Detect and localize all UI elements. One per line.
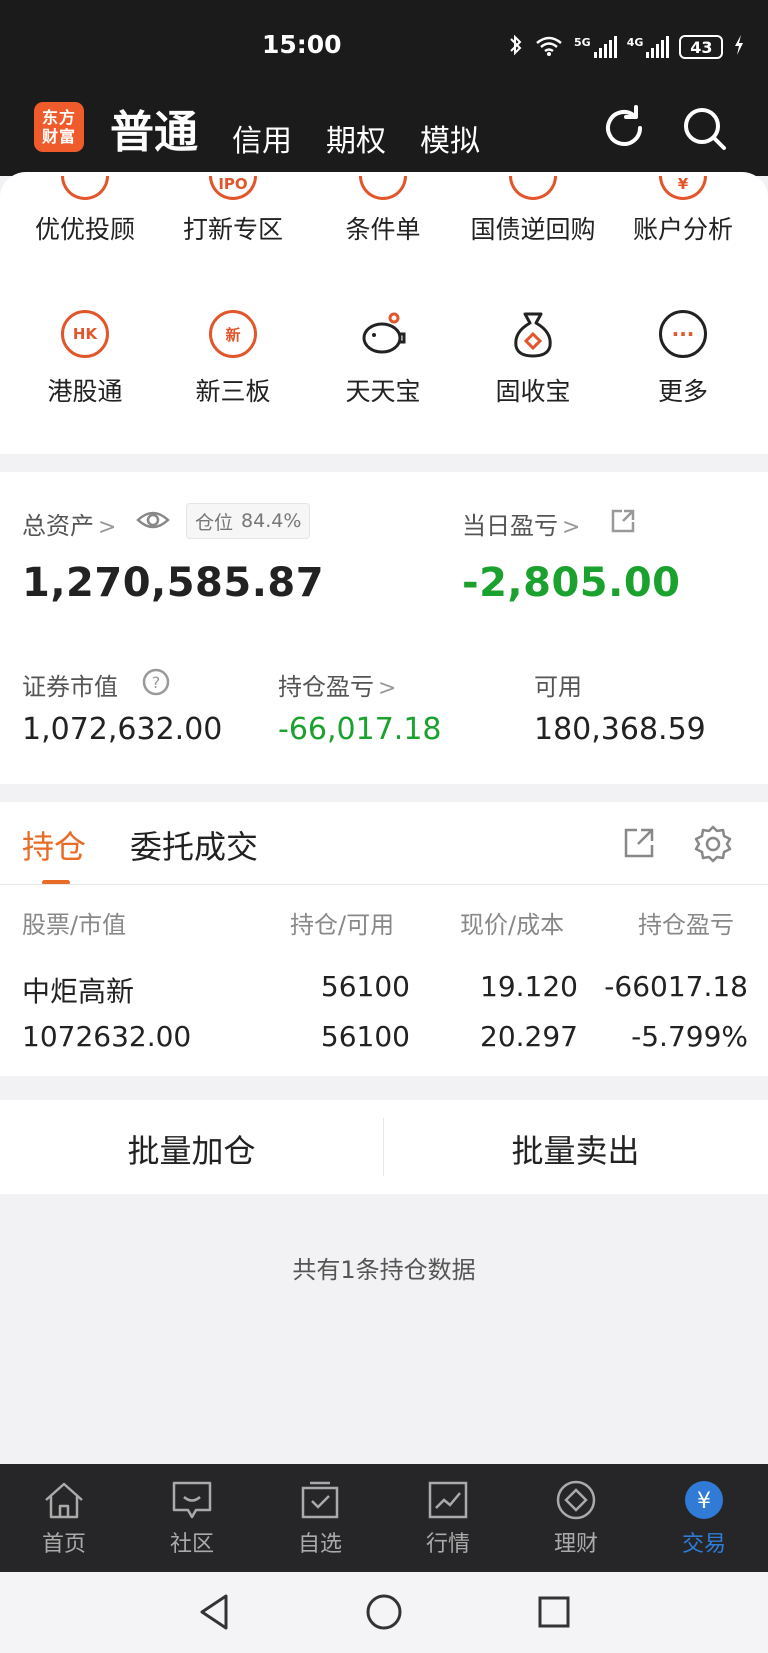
watchlist-icon bbox=[301, 1481, 339, 1519]
piggy-bank-icon bbox=[358, 310, 408, 358]
account-type-tabs: 普通 信用 期权 模拟 bbox=[110, 96, 514, 160]
col-header-position: 持仓/可用 bbox=[290, 911, 395, 939]
tab-orders-trades[interactable]: 委托成交 bbox=[130, 822, 258, 868]
divider bbox=[0, 884, 768, 885]
quick-item-more[interactable]: ··· 更多 bbox=[608, 310, 758, 408]
settings-gear-icon[interactable] bbox=[693, 824, 733, 868]
holding-pl-value: -66,017.18 bbox=[278, 712, 442, 747]
stock-name: 中炬高新 bbox=[22, 975, 135, 1008]
market-value-label-group: 证券市值 bbox=[22, 667, 118, 702]
ipo-icon: IPO bbox=[209, 176, 257, 200]
stock-pl-pct: -5.799% bbox=[631, 1020, 748, 1053]
chevron-right-icon: > bbox=[98, 515, 117, 540]
chevron-right-icon: > bbox=[378, 676, 397, 701]
search-icon[interactable] bbox=[680, 104, 728, 152]
hk-icon: HK bbox=[61, 310, 109, 358]
cell-signal-5g-icon: 5G bbox=[574, 36, 617, 58]
new-board-icon: 新 bbox=[209, 310, 257, 358]
holding-count-text: 共有1条持仓数据 bbox=[292, 1256, 476, 1284]
help-icon[interactable]: ? bbox=[142, 668, 170, 700]
nav-community[interactable]: 社区 bbox=[128, 1464, 256, 1572]
system-nav-bar bbox=[0, 1572, 768, 1653]
back-icon[interactable] bbox=[196, 1592, 232, 1632]
table-row[interactable]: 中炬高新 1072632.00 56100 56100 19.120 20.29… bbox=[0, 962, 768, 1062]
community-icon bbox=[172, 1481, 212, 1519]
charging-icon bbox=[733, 34, 745, 61]
batch-add-button[interactable]: 批量加仓 bbox=[0, 1126, 383, 1172]
home-circle-icon[interactable] bbox=[364, 1592, 404, 1632]
quick-actions-grid: 优优投顾 IPO 打新专区 条件单 国债逆回购 ¥ 账户分析 HK 港股通 新 … bbox=[0, 176, 768, 454]
tab-options[interactable]: 期权 bbox=[326, 116, 386, 160]
col-header-price: 现价/成本 bbox=[460, 911, 565, 939]
external-link-icon[interactable] bbox=[622, 826, 656, 864]
stock-price: 19.120 bbox=[480, 970, 578, 1003]
quick-item-ipo[interactable]: IPO 打新专区 bbox=[158, 176, 308, 246]
stock-cost: 20.297 bbox=[480, 1020, 578, 1053]
stock-position: 56100 bbox=[320, 970, 410, 1003]
wifi-icon bbox=[534, 33, 564, 62]
clip-icon bbox=[61, 176, 109, 200]
yen-chart-icon: ¥ bbox=[659, 176, 707, 200]
money-bag-icon bbox=[508, 310, 558, 358]
nav-home[interactable]: 首页 bbox=[0, 1464, 128, 1572]
stock-market-value: 1072632.00 bbox=[22, 1020, 192, 1053]
quick-item-gushoubao[interactable]: 固收宝 bbox=[458, 310, 608, 408]
chevron-right-icon: > bbox=[562, 515, 581, 540]
refresh-icon[interactable] bbox=[600, 104, 648, 152]
status-time: 15:00 bbox=[262, 30, 342, 59]
tab-normal[interactable]: 普通 bbox=[110, 96, 198, 160]
daily-pl-value: -2,805.00 bbox=[462, 560, 681, 606]
status-icons: 5G 4G 43 bbox=[508, 30, 745, 64]
market-value: 1,072,632.00 bbox=[22, 712, 223, 747]
batch-sell-button[interactable]: 批量卖出 bbox=[384, 1126, 767, 1172]
app-logo: 东方 财富 bbox=[34, 102, 84, 152]
quick-item-hk-connect[interactable]: HK 港股通 bbox=[10, 310, 160, 408]
cell-signal-4g-icon: 4G bbox=[627, 36, 670, 58]
daily-pl-label: 当日盈亏 bbox=[462, 512, 558, 540]
more-icon: ··· bbox=[659, 310, 707, 358]
nav-wealth[interactable]: 理财 bbox=[512, 1464, 640, 1572]
bluetooth-icon bbox=[508, 33, 524, 62]
nav-watchlist[interactable]: 自选 bbox=[256, 1464, 384, 1572]
daily-pl-link[interactable]: 当日盈亏 > bbox=[462, 506, 580, 541]
total-assets-label: 总资产 bbox=[22, 512, 94, 540]
total-assets-value: 1,270,585.87 bbox=[22, 560, 325, 606]
svg-text:?: ? bbox=[152, 673, 161, 692]
market-icon bbox=[428, 1481, 468, 1519]
share-icon[interactable] bbox=[610, 508, 636, 538]
quick-item-new-third-board[interactable]: 新 新三板 bbox=[158, 310, 308, 408]
stock-available: 56100 bbox=[320, 1020, 410, 1053]
recent-apps-icon[interactable] bbox=[536, 1594, 572, 1630]
available-label: 可用 bbox=[534, 673, 582, 701]
market-value-label: 证券市值 bbox=[22, 673, 118, 701]
holding-pl-label: 持仓盈亏 bbox=[278, 673, 374, 701]
quick-item-youyou-advisor[interactable]: 优优投顾 bbox=[10, 176, 160, 246]
holding-pl-link[interactable]: 持仓盈亏 > bbox=[278, 667, 396, 702]
total-assets-link[interactable]: 总资产 > bbox=[22, 506, 116, 541]
quick-item-conditional-order[interactable]: 条件单 bbox=[308, 176, 458, 246]
wealth-icon bbox=[556, 1480, 596, 1520]
home-icon bbox=[45, 1482, 83, 1519]
svg-text:¥: ¥ bbox=[697, 1489, 711, 1514]
tab-credit[interactable]: 信用 bbox=[232, 116, 292, 160]
quick-item-reverse-repo[interactable]: 国债逆回购 bbox=[458, 176, 608, 246]
candlestick-icon bbox=[359, 176, 407, 200]
quick-item-account-analysis[interactable]: ¥ 账户分析 bbox=[608, 176, 758, 246]
repo-icon bbox=[509, 176, 557, 200]
stock-pl: -66017.18 bbox=[604, 970, 748, 1003]
battery-icon: 43 bbox=[679, 35, 724, 59]
bottom-nav: 首页 社区 自选 行情 理财 ¥ 交易 bbox=[0, 1464, 768, 1572]
tab-holdings[interactable]: 持仓 bbox=[22, 822, 86, 868]
quick-item-tiantianbao[interactable]: 天天宝 bbox=[308, 310, 458, 408]
trade-icon: ¥ bbox=[685, 1481, 723, 1519]
available-value: 180,368.59 bbox=[534, 712, 706, 747]
nav-trade[interactable]: ¥ 交易 bbox=[640, 1464, 768, 1572]
col-header-stock: 股票/市值 bbox=[22, 911, 127, 939]
position-ratio-badge: 仓位 84.4% bbox=[186, 503, 311, 539]
tab-simulated[interactable]: 模拟 bbox=[420, 116, 480, 160]
nav-market[interactable]: 行情 bbox=[384, 1464, 512, 1572]
col-header-pl: 持仓盈亏 bbox=[638, 911, 734, 939]
eye-icon[interactable] bbox=[136, 508, 170, 536]
